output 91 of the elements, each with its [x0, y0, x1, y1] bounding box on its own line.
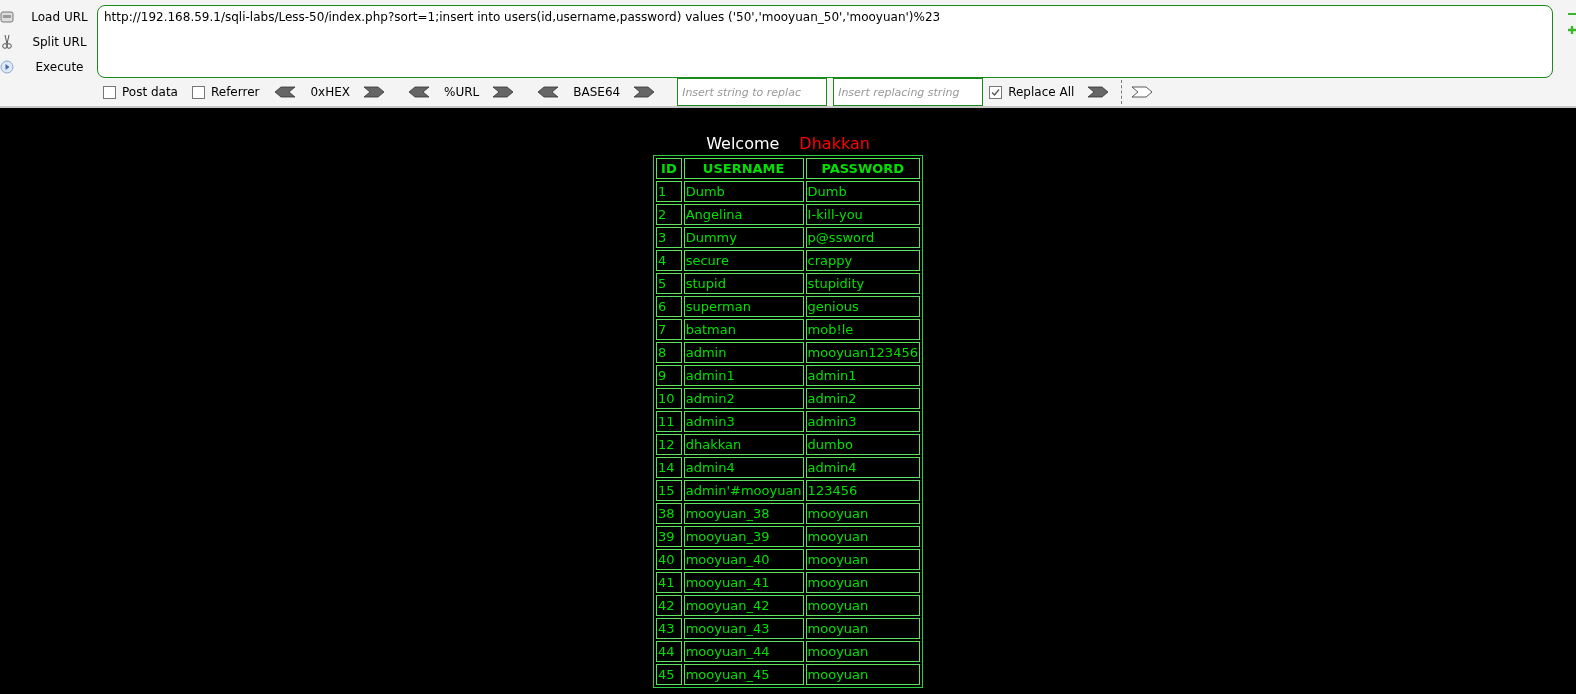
table-cell: 123456: [805, 480, 920, 501]
column-header: ID: [656, 158, 682, 179]
table-cell: mooyuan: [805, 549, 920, 570]
table-cell: admin2: [683, 388, 804, 409]
table-cell: admin1: [683, 365, 804, 386]
table-cell: mooyuan: [805, 618, 920, 639]
table-cell: mooyuan: [805, 503, 920, 524]
table-cell: mooyuan: [805, 595, 920, 616]
table-cell: mooyuan123456: [805, 342, 920, 363]
welcome-text: Welcome: [706, 134, 780, 153]
left-arrow-button[interactable]: [536, 86, 560, 98]
table-cell: mooyuan_40: [683, 549, 804, 570]
table-cell: 11: [656, 411, 682, 432]
table-cell: 4: [656, 250, 682, 271]
url-field[interactable]: http://192.168.59.1/sqli-labs/Less-50/index.php?sort=1;insert into users(id,username,password) values ('50','mooyuan_50','mooyuan')%23: [97, 5, 1553, 78]
left-arrow-button[interactable]: [273, 86, 297, 98]
table-cell: mooyuan: [805, 572, 920, 593]
table-cell: 38: [656, 503, 682, 524]
table-cell: genious: [805, 296, 920, 317]
table-cell: stupid: [683, 273, 804, 294]
table-cell: mooyuan: [805, 664, 920, 685]
table-cell: 6: [656, 296, 682, 317]
table-cell: 14: [656, 457, 682, 478]
column-header: PASSWORD: [805, 158, 920, 179]
table-cell: batman: [683, 319, 804, 340]
table-cell: admin1: [805, 365, 920, 386]
table-cell: admin2: [805, 388, 920, 409]
table-cell: 2: [656, 204, 682, 225]
table-cell: 7: [656, 319, 682, 340]
table-cell: mooyuan_45: [683, 664, 804, 685]
play-icon: [0, 58, 14, 75]
sidebar-item[interactable]: Split URL: [0, 31, 97, 52]
table-cell: mooyuan_41: [683, 572, 804, 593]
table-cell: p@ssword: [805, 227, 920, 248]
encoder-label: %URL: [444, 85, 480, 99]
table-cell: superman: [683, 296, 804, 317]
right-arrow-button[interactable]: [364, 86, 387, 98]
table-cell: admin4: [805, 457, 920, 478]
table-cell: Dumb: [683, 181, 804, 202]
table-cell: Angelina: [683, 204, 804, 225]
table-cell: mooyuan_44: [683, 641, 804, 662]
table-cell: stupidity: [805, 273, 920, 294]
table-cell: mooyuan_42: [683, 595, 804, 616]
table-cell: Dummy: [683, 227, 804, 248]
table-cell: 12: [656, 434, 682, 455]
table-cell: 9: [656, 365, 682, 386]
table-cell: mooyuan_43: [683, 618, 804, 639]
table-cell: 5: [656, 273, 682, 294]
table-cell: 8: [656, 342, 682, 363]
user-name: Dhakkan: [799, 134, 870, 153]
table-cell: admin: [683, 342, 804, 363]
table-cell: mob!le: [805, 319, 920, 340]
checkbox[interactable]: Referrer: [191, 85, 260, 99]
table-cell: 41: [656, 572, 682, 593]
sidebar-item[interactable]: Load URL: [0, 6, 97, 27]
table-cell: 42: [656, 595, 682, 616]
table-cell: admin3: [805, 411, 920, 432]
left-arrow-button[interactable]: [407, 86, 430, 98]
table-cell: Dumb: [805, 181, 920, 202]
table-cell: admin'#mooyuan: [683, 480, 804, 501]
replace-field[interactable]: Insert replacing string: [833, 78, 984, 106]
table-cell: mooyuan: [805, 641, 920, 662]
table-cell: 1: [656, 181, 682, 202]
table-cell: crappy: [805, 250, 920, 271]
table-cell: 45: [656, 664, 682, 685]
column-header: USERNAME: [683, 158, 804, 179]
load-icon: [0, 8, 14, 25]
checkmark-icon: [991, 87, 1001, 97]
table-cell: 15: [656, 480, 682, 501]
table-cell: 44: [656, 641, 682, 662]
table-cell: admin3: [683, 411, 804, 432]
encoder-label: 0xHEX: [310, 85, 350, 99]
checkbox[interactable]: Replace All: [989, 85, 1075, 99]
table-cell: mooyuan_39: [683, 526, 804, 547]
table-cell: dhakkan: [683, 434, 804, 455]
table-cell: mooyuan_38: [683, 503, 804, 524]
table-cell: 3: [656, 227, 682, 248]
table-cell: dumbo: [805, 434, 920, 455]
table-cell: mooyuan: [805, 526, 920, 547]
find-field[interactable]: Insert string to replac: [677, 78, 828, 106]
table-cell: admin4: [683, 457, 804, 478]
scissors-icon: [0, 33, 14, 50]
sidebar-item[interactable]: Execute: [0, 56, 97, 77]
table-cell: I-kill-you: [805, 204, 920, 225]
table-cell: secure: [683, 250, 804, 271]
encoder-label: BASE64: [573, 85, 621, 99]
checkbox[interactable]: Post data: [103, 85, 178, 99]
table-cell: 40: [656, 549, 682, 570]
table-cell: 39: [656, 526, 682, 547]
table-cell: 43: [656, 618, 682, 639]
table-cell: 10: [656, 388, 682, 409]
